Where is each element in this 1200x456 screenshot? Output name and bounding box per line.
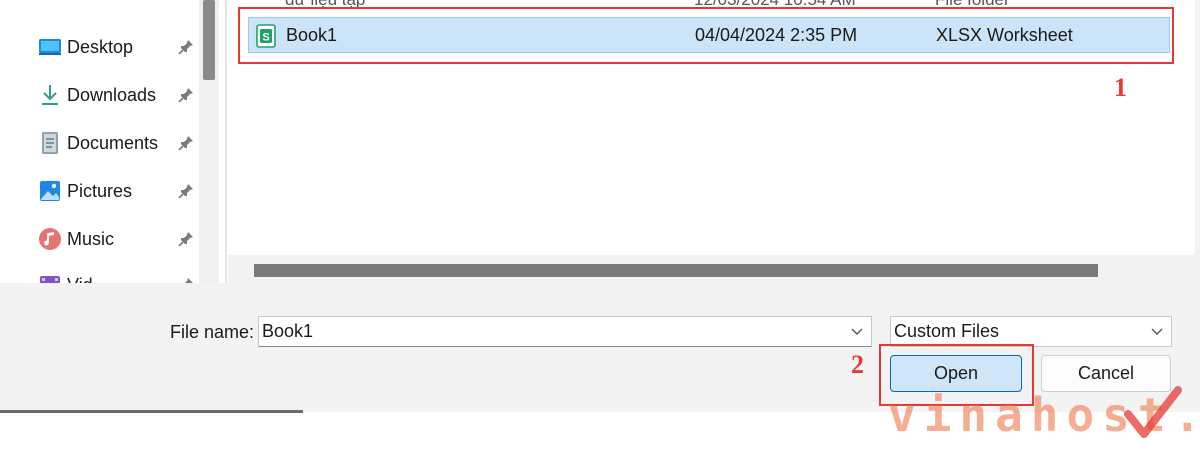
horizontal-scrollbar-thumb[interactable] bbox=[254, 264, 1098, 277]
background-strip bbox=[0, 410, 303, 413]
chevron-down-icon[interactable] bbox=[850, 324, 864, 338]
sidebar-item-videos[interactable]: Vid bbox=[38, 270, 196, 283]
sidebar-scrollbar-thumb[interactable] bbox=[203, 0, 215, 80]
navigation-pane: Desktop Downloads Documents Pictures Mus… bbox=[0, 0, 198, 283]
file-name-label: File name: bbox=[170, 322, 255, 342]
pin-icon bbox=[178, 136, 193, 151]
videos-icon bbox=[38, 273, 62, 283]
sidebar-item-downloads[interactable]: Downloads bbox=[38, 80, 196, 110]
pictures-icon bbox=[38, 179, 62, 203]
pane-divider[interactable] bbox=[225, 0, 227, 283]
checkmark-icon bbox=[1124, 386, 1182, 438]
watermark-logo: vinahost. bbox=[888, 386, 1200, 442]
sidebar-item-pictures[interactable]: Pictures bbox=[38, 176, 196, 206]
sidebar-item-documents[interactable]: Documents bbox=[38, 128, 196, 158]
sidebar-item-label: Downloads bbox=[67, 84, 157, 105]
file-name-value: Book1 bbox=[262, 321, 314, 341]
highlight-box-step1 bbox=[238, 7, 1174, 64]
sidebar-item-label: Music bbox=[67, 228, 115, 249]
download-arrow-icon bbox=[38, 83, 62, 107]
pin-icon bbox=[178, 88, 193, 103]
sidebar-item-label: Desktop bbox=[67, 36, 134, 57]
chevron-down-icon bbox=[1151, 328, 1163, 335]
file-name-combobox[interactable]: Book1 bbox=[258, 316, 872, 347]
sidebar-item-label: Pictures bbox=[67, 180, 133, 201]
step-number-1: 1 bbox=[1114, 73, 1127, 102]
documents-icon bbox=[38, 131, 62, 155]
pin-icon bbox=[178, 184, 193, 199]
desktop-icon bbox=[38, 35, 62, 59]
step-number-2: 2 bbox=[851, 350, 864, 379]
pin-icon bbox=[178, 232, 193, 247]
vertical-scrollbar[interactable] bbox=[1195, 0, 1200, 283]
sidebar-item-desktop[interactable]: Desktop bbox=[38, 32, 196, 62]
sidebar-item-music[interactable]: Music bbox=[38, 224, 196, 254]
sidebar-item-label: Documents bbox=[67, 132, 159, 153]
file-type-filter-select[interactable]: Custom Files bbox=[890, 316, 1172, 347]
pin-icon bbox=[178, 40, 193, 55]
file-type-filter-value: Custom Files bbox=[894, 321, 1000, 341]
sidebar-item-label: Vid bbox=[67, 275, 93, 284]
music-icon bbox=[38, 227, 62, 251]
